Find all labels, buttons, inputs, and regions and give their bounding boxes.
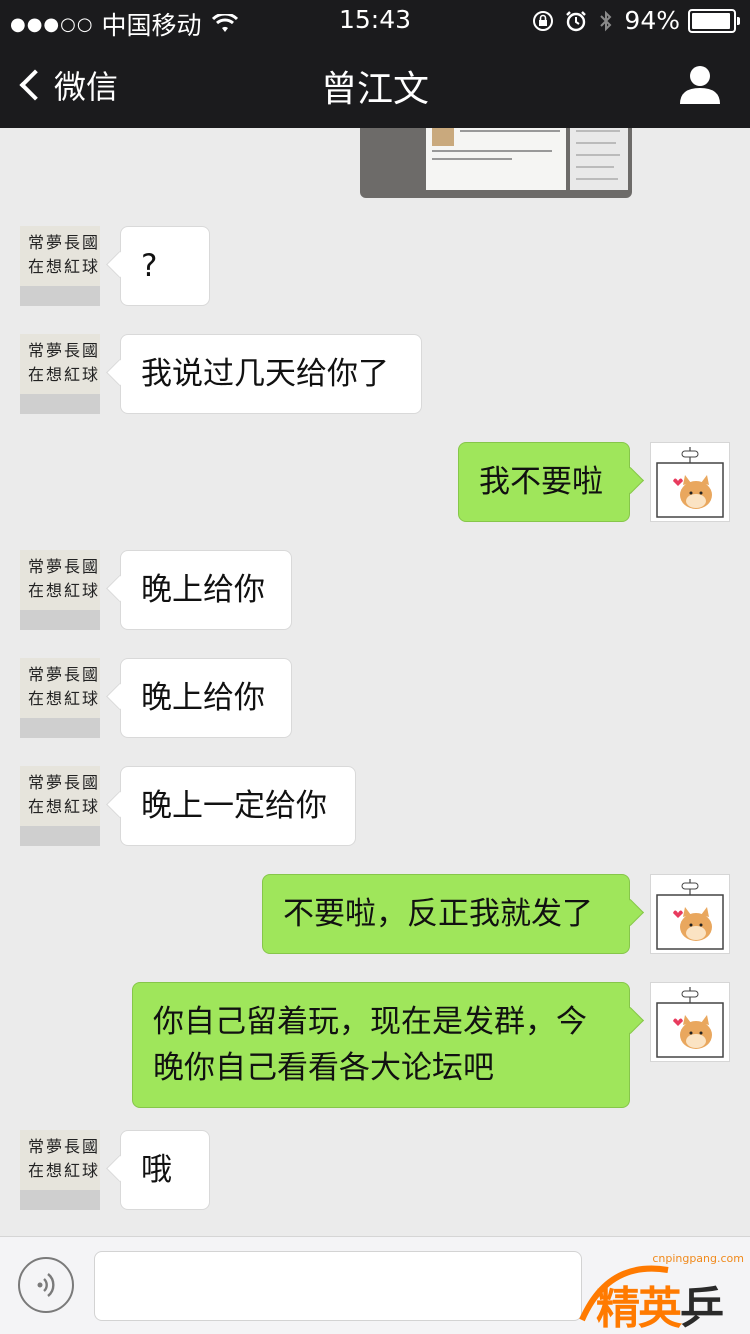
status-right: 94% [532, 6, 740, 35]
calligraphy-character: 在 [28, 365, 44, 384]
calligraphy-character: 夢 [46, 773, 62, 792]
calligraphy-character: 國 [82, 665, 98, 684]
calligraphy-character: 想 [46, 257, 62, 276]
calligraphy-character: 紅 [64, 1161, 80, 1180]
received-message-bubble[interactable]: 我说过几天给你了 [120, 334, 422, 414]
calligraphy-character: 在 [28, 1161, 44, 1180]
calligraphy-character: 紅 [64, 257, 80, 276]
status-bar: ●●●○○ 中国移动 15:43 94% [0, 0, 750, 40]
calligraphy-character: 想 [46, 689, 62, 708]
chat-area[interactable]: 常夢長國在想紅球? 常夢長國在想紅球我说过几天给你了 我不要啦常夢長國在想紅球晚上给… [0, 128, 750, 1236]
input-bar [0, 1236, 750, 1334]
self-avatar[interactable] [650, 874, 730, 954]
calligraphy-character: 在 [28, 797, 44, 816]
calligraphy-character: 長 [64, 773, 80, 792]
chat-title: 曾江文 [320, 69, 429, 110]
calligraphy-character: 常 [28, 1137, 44, 1156]
calligraphy-scroll-image: 常夢長國在想紅球 [20, 1130, 100, 1210]
calligraphy-character: 球 [82, 797, 98, 816]
calligraphy-character: 長 [64, 1137, 80, 1156]
alarm-icon [566, 10, 587, 31]
calligraphy-scroll-image: 常夢長國在想紅球 [20, 550, 100, 630]
calligraphy-character: 國 [82, 1137, 98, 1156]
calligraphy-character: 球 [82, 581, 98, 600]
calligraphy-character: 紅 [64, 689, 80, 708]
peer-avatar[interactable]: 常夢長國在想紅球 [20, 658, 100, 738]
calligraphy-character: 夢 [46, 233, 62, 252]
calligraphy-character: 夢 [46, 1137, 62, 1156]
calligraphy-character: 長 [64, 341, 80, 360]
wechat-chat-screen: ●●●○○ 中国移动 15:43 94% 微信 曾江文 常 夢 長 國 在 想 … [0, 0, 750, 1334]
calligraphy-character: 想 [46, 581, 62, 600]
sent-message-bubble[interactable]: 我不要啦 [458, 442, 630, 522]
calligraphy-character: 想 [46, 1161, 62, 1180]
peer-avatar[interactable]: 常夢長國在想紅球 [20, 1130, 100, 1210]
received-message-bubble[interactable]: 哦 [120, 1130, 210, 1210]
calligraphy-character: 紅 [64, 365, 80, 384]
calligraphy-character: 國 [82, 773, 98, 792]
received-message-bubble[interactable]: 晚上给你 [120, 550, 292, 630]
calligraphy-character: 在 [28, 581, 44, 600]
calligraphy-character: 球 [82, 1161, 98, 1180]
cat-sticker-icon [656, 987, 724, 1058]
calligraphy-character: 球 [82, 257, 98, 276]
profile-icon[interactable] [678, 64, 722, 104]
calligraphy-character: 常 [28, 557, 44, 576]
image-message[interactable] [360, 128, 632, 198]
battery-percent: 94% [624, 6, 680, 35]
calligraphy-character: 在 [28, 257, 44, 276]
bluetooth-icon [600, 10, 612, 31]
calligraphy-scroll-image: 常夢長國在想紅球 [20, 334, 100, 414]
message-input[interactable] [94, 1251, 582, 1321]
calligraphy-character: 夢 [46, 557, 62, 576]
calligraphy-scroll-image: 常夢長國在想紅球 [20, 658, 100, 738]
voice-icon [37, 1273, 55, 1297]
cat-sticker-icon [656, 447, 724, 518]
calligraphy-character: 想 [46, 797, 62, 816]
calligraphy-character: 夢 [46, 341, 62, 360]
received-message-bubble[interactable]: ? [120, 226, 210, 306]
calligraphy-character: 長 [64, 665, 80, 684]
calligraphy-scroll-image: 常夢長國在想紅球 [20, 766, 100, 846]
peer-avatar[interactable]: 常夢長國在想紅球 [20, 766, 100, 846]
calligraphy-character: 常 [28, 341, 44, 360]
calligraphy-scroll-image: 常夢長國在想紅球 [20, 226, 100, 306]
received-message-bubble[interactable]: 晚上给你 [120, 658, 292, 738]
sent-message-bubble[interactable]: 不要啦，反正我就发了 [262, 874, 630, 954]
calligraphy-character: 紅 [64, 581, 80, 600]
orientation-lock-icon [533, 10, 554, 31]
calligraphy-character: 常 [28, 233, 44, 252]
received-message-bubble[interactable]: 晚上一定给你 [120, 766, 356, 846]
cat-sticker-icon [656, 879, 724, 950]
nav-bar: 微信 曾江文 [0, 40, 750, 128]
battery-fill [692, 12, 730, 29]
battery-icon [688, 8, 740, 33]
calligraphy-character: 球 [82, 365, 98, 384]
calligraphy-character: 長 [64, 233, 80, 252]
image-message-thumbnail [432, 128, 454, 146]
peer-avatar[interactable]: 常夢長國在想紅球 [20, 550, 100, 630]
image-message-sidebar [570, 128, 628, 190]
calligraphy-character: 想 [46, 365, 62, 384]
calligraphy-character: 長 [64, 557, 80, 576]
calligraphy-character: 國 [82, 341, 98, 360]
calligraphy-character: 常 [28, 773, 44, 792]
peer-avatar[interactable]: 常夢長國在想紅球 [20, 334, 100, 414]
calligraphy-character: 在 [28, 689, 44, 708]
sent-message-bubble[interactable]: 你自己留着玩，现在是发群，今晚你自己看看各大论坛吧 [132, 982, 630, 1108]
calligraphy-character: 常 [28, 665, 44, 684]
calligraphy-character: 國 [82, 233, 98, 252]
calligraphy-character: 國 [82, 557, 98, 576]
calligraphy-character: 紅 [64, 797, 80, 816]
calligraphy-character: 夢 [46, 665, 62, 684]
voice-button[interactable] [18, 1257, 74, 1313]
calligraphy-character: 球 [82, 689, 98, 708]
peer-avatar[interactable]: 常夢長國在想紅球 [20, 226, 100, 306]
self-avatar[interactable] [650, 982, 730, 1062]
self-avatar[interactable] [650, 442, 730, 522]
